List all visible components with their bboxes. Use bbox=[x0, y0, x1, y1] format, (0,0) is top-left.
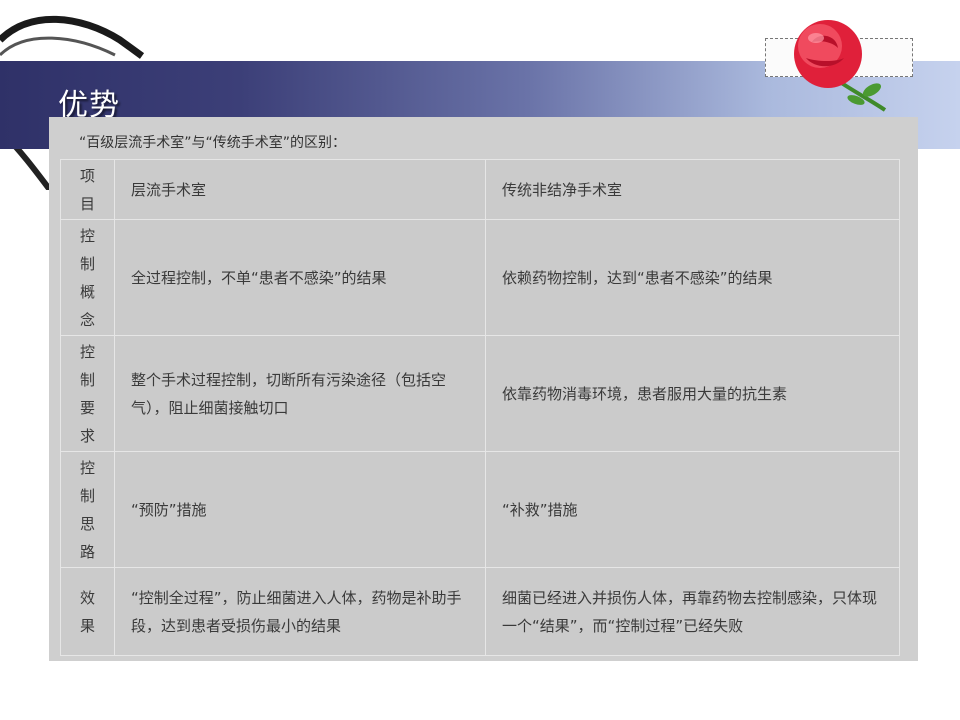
table-cell: 细菌已经进入并损伤人体，再靠药物去控制感染，只体现一个“结果”，而“控制过程”已… bbox=[485, 567, 900, 656]
header-cell-traditional: 传统非结净手术室 bbox=[485, 159, 900, 220]
row-label: 控制思路 bbox=[60, 451, 115, 568]
table-row: 控制要求 整个手术过程控制，切断所有污染途径（包括空气），阻止细菌接触切口 依靠… bbox=[60, 335, 900, 452]
table-caption: “百级层流手术室”与“传统手术室”的区别： bbox=[79, 135, 347, 151]
row-label: 控制要求 bbox=[60, 335, 115, 452]
row-label: 效果 bbox=[60, 567, 115, 656]
row-label: 控制概念 bbox=[60, 219, 115, 336]
table-cell: “控制全过程”，防止细菌进入人体，药物是补助手段，达到患者受损伤最小的结果 bbox=[114, 567, 486, 656]
table-cell: 依靠药物消毒环境，患者服用大量的抗生素 bbox=[485, 335, 900, 452]
table-cell: 整个手术过程控制，切断所有污染途径（包括空气），阻止细菌接触切口 bbox=[114, 335, 486, 452]
table-cell: “补救”措施 bbox=[485, 451, 900, 568]
table-row: 控制思路 “预防”措施 “补救”措施 bbox=[60, 451, 900, 568]
table-cell: 依赖药物控制，达到“患者不感染”的结果 bbox=[485, 219, 900, 336]
comparison-table: 项目 层流手术室 传统非结净手术室 控制概念 全过程控制，不单“患者不感染”的结… bbox=[60, 159, 900, 656]
row-label: 项目 bbox=[60, 159, 115, 220]
table-header-row: 项目 层流手术室 传统非结净手术室 bbox=[60, 159, 900, 220]
header-cell-laminar: 层流手术室 bbox=[114, 159, 486, 220]
table-row: 效果 “控制全过程”，防止细菌进入人体，药物是补助手段，达到患者受损伤最小的结果… bbox=[60, 567, 900, 656]
table-cell: “预防”措施 bbox=[114, 451, 486, 568]
table-row: 控制概念 全过程控制，不单“患者不感染”的结果 依赖药物控制，达到“患者不感染”… bbox=[60, 219, 900, 336]
table-cell: 全过程控制，不单“患者不感染”的结果 bbox=[114, 219, 486, 336]
rose-icon bbox=[794, 20, 887, 112]
